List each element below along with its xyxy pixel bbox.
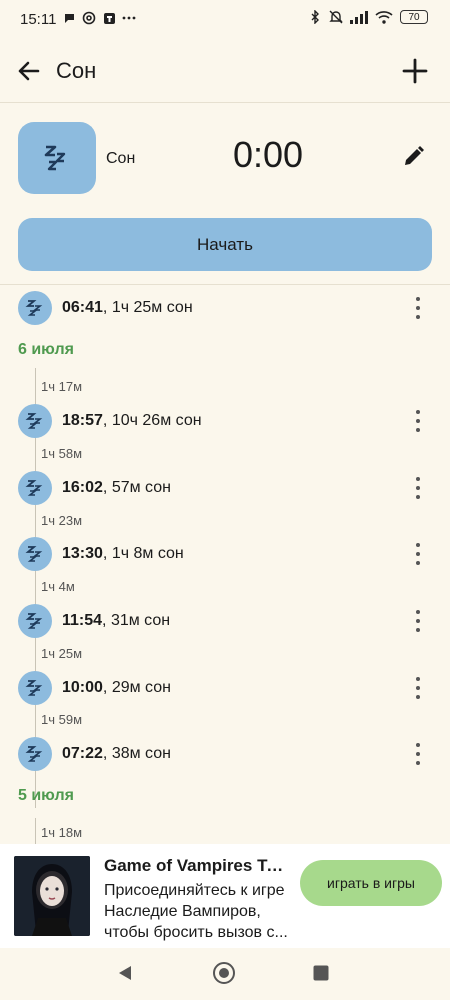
edit-pencil-icon[interactable] [400,144,426,170]
date-header: 6 июля [18,341,74,358]
sleep-entry[interactable]: 06:41, 1ч 25м сон [18,291,432,325]
chat-bubble-icon [62,11,76,25]
add-plus-icon[interactable] [398,54,432,88]
entry-duration: , 57м сон [102,479,171,496]
system-nav-bar [0,948,450,1000]
more-vert-icon[interactable] [412,677,424,699]
sleep-entry[interactable]: 07:22, 38м сон [18,737,432,771]
entry-text: 11:54, 31м сон [62,612,170,630]
sleep-zz-icon [18,671,52,705]
more-vert-icon[interactable] [412,297,424,319]
wifi-icon [375,10,393,24]
entry-duration: , 38м сон [102,745,171,762]
signal-icon [350,10,368,24]
gap-duration: 1ч 25м [41,646,83,661]
sleep-zz-icon [18,604,52,638]
gap-duration: 1ч 17м [41,379,83,394]
gap-duration: 1ч 58м [41,446,83,461]
bluetooth-icon [308,10,322,24]
status-bar: 15:11 70 [0,0,450,40]
ad-image[interactable] [14,856,90,936]
gap-duration: 1ч 23м [41,513,83,528]
entry-duration: , 31м сон [102,612,171,629]
back-triangle-icon[interactable] [112,960,138,986]
more-dots-icon [122,11,136,25]
sleep-zz-icon [18,122,96,194]
sleep-entry[interactable]: 18:57, 10ч 26м сон [18,404,432,438]
more-vert-icon[interactable] [412,743,424,765]
sleep-zz-icon [18,291,52,325]
recents-square-icon[interactable] [308,960,334,986]
entry-time: 18:57 [62,412,103,429]
ad-cta-button[interactable]: играть в игры [300,860,442,906]
entry-time: 06:41 [62,299,103,316]
more-vert-icon[interactable] [412,477,424,499]
entry-text: 18:57, 10ч 26м сон [62,412,202,430]
status-time: 15:11 [20,11,57,28]
app-bar: Сон [0,40,450,103]
timer-display: 0:00 [233,134,304,175]
entry-text: 16:02, 57м сон [62,479,171,497]
at-sign-icon [82,11,96,25]
entry-duration: , 10ч 26м сон [102,412,202,429]
entry-duration: , 1ч 25м сон [102,299,193,316]
gap-duration: 1ч 59м [41,712,83,727]
more-vert-icon[interactable] [412,543,424,565]
gap-duration: 1ч 18м [41,825,83,840]
timeline-line [35,818,36,844]
sleep-zz-icon [18,737,52,771]
more-vert-icon[interactable] [412,610,424,632]
divider [0,284,450,285]
entry-text: 06:41, 1ч 25м сон [62,299,193,317]
ad-title[interactable]: Game of Vampires Twil... [104,856,294,876]
entry-time: 07:22 [62,745,103,762]
gap-duration: 1ч 4м [41,579,75,594]
sleep-entry[interactable]: 10:00, 29м сон [18,671,432,705]
sleep-zz-icon [18,471,52,505]
battery-indicator: 70 [400,10,428,24]
start-button[interactable]: Начать [18,218,432,271]
sleep-zz-icon [18,404,52,438]
sleep-entry[interactable]: 11:54, 31м сон [18,604,432,638]
more-vert-icon[interactable] [412,410,424,432]
activity-name: Сон [106,150,136,167]
entry-text: 10:00, 29м сон [62,679,171,697]
sleep-entry[interactable]: 16:02, 57м сон [18,471,432,505]
entry-text: 07:22, 38м сон [62,745,171,763]
entry-time: 10:00 [62,679,103,696]
entry-time: 16:02 [62,479,103,496]
ad-body: Присоединяйтесь к игре Наследие Вампиров… [104,882,288,941]
sleep-entry[interactable]: 13:30, 1ч 8м сон [18,537,432,571]
shield-icon [102,11,116,25]
date-header: 5 июля [18,787,74,804]
back-arrow-icon[interactable] [12,54,46,88]
entry-time: 11:54 [62,612,103,629]
entry-duration: , 1ч 8м сон [102,545,184,562]
entry-duration: , 29м сон [102,679,171,696]
entry-text: 13:30, 1ч 8м сон [62,545,184,563]
page-title: Сон [56,58,97,83]
activity-header: Сон 0:00 [18,122,432,194]
sleep-zz-icon [18,537,52,571]
entry-time: 13:30 [62,545,103,562]
muted-bell-icon [329,10,343,24]
home-circle-icon[interactable] [211,960,237,986]
